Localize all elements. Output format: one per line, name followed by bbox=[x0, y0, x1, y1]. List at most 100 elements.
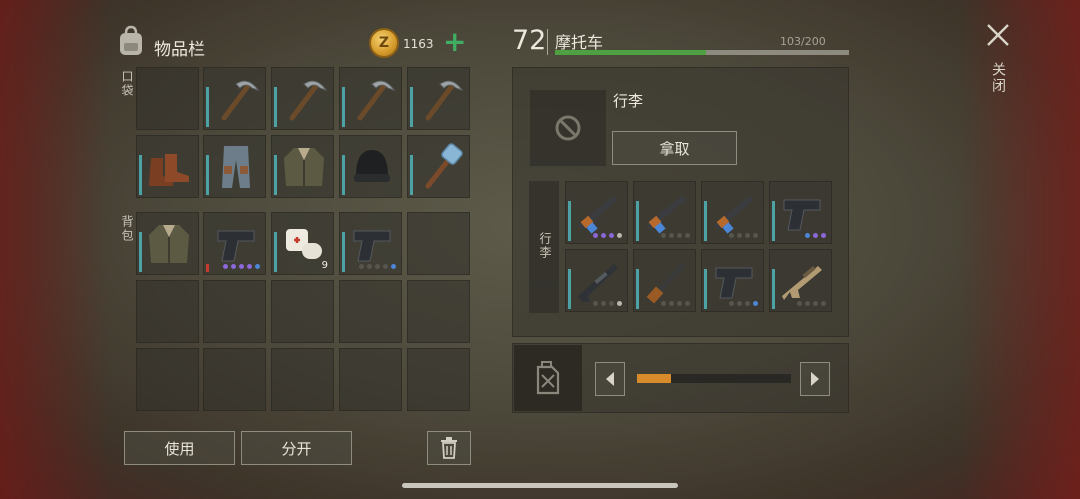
coin-count: 1163 bbox=[403, 37, 434, 51]
rarity-dot bbox=[593, 233, 598, 238]
backpack-slot[interactable] bbox=[271, 280, 334, 343]
rarity-dot bbox=[367, 264, 372, 269]
pocket-slot[interactable] bbox=[136, 67, 199, 130]
backpack-slot[interactable] bbox=[339, 280, 402, 343]
rarity-dot bbox=[617, 233, 622, 238]
trunk-slot[interactable] bbox=[769, 249, 832, 312]
condition-bar bbox=[704, 201, 707, 241]
pocket-slot[interactable] bbox=[339, 135, 402, 198]
rarity-dot bbox=[609, 301, 614, 306]
take-button[interactable]: 拿取 bbox=[612, 131, 737, 165]
rarity-dot bbox=[661, 233, 666, 238]
backpack-slot[interactable] bbox=[407, 212, 470, 275]
rarity-dot bbox=[753, 301, 758, 306]
rarity-dot bbox=[609, 233, 614, 238]
pocket-slot[interactable] bbox=[271, 67, 334, 130]
rarity-dot bbox=[737, 301, 742, 306]
rarity-dot bbox=[737, 233, 742, 238]
trunk-title: 行李 bbox=[613, 92, 644, 110]
rarity-dot bbox=[813, 233, 818, 238]
home-indicator[interactable] bbox=[402, 483, 678, 488]
rarity-dot bbox=[601, 301, 606, 306]
rarity-dot bbox=[617, 301, 622, 306]
fuel-slider[interactable] bbox=[637, 374, 791, 383]
backpack-slot[interactable]: 9 bbox=[271, 212, 334, 275]
rarity-dot bbox=[239, 264, 244, 269]
backpack-slot[interactable] bbox=[271, 348, 334, 411]
rarity-dots bbox=[797, 301, 826, 306]
condition-bar bbox=[410, 155, 413, 195]
rarity-dot bbox=[813, 301, 818, 306]
trash-icon bbox=[441, 437, 457, 459]
trash-button[interactable] bbox=[427, 431, 471, 465]
rarity-dot bbox=[753, 233, 758, 238]
pocket-slot[interactable] bbox=[271, 135, 334, 198]
rarity-dots bbox=[661, 301, 690, 306]
pocket-slot[interactable] bbox=[339, 67, 402, 130]
pants-icon bbox=[222, 146, 250, 188]
backpack-slot[interactable] bbox=[407, 348, 470, 411]
close-label[interactable]: 关闭 bbox=[988, 62, 1008, 94]
coin-icon: Z bbox=[369, 28, 399, 58]
beanie-icon bbox=[354, 150, 390, 182]
add-coins-button[interactable]: + bbox=[443, 28, 466, 56]
rarity-dot bbox=[359, 264, 364, 269]
pickaxe-icon bbox=[221, 80, 260, 121]
backpack-slot[interactable] bbox=[339, 212, 402, 275]
trunk-slot[interactable] bbox=[701, 181, 764, 244]
backpack-slot[interactable] bbox=[203, 280, 266, 343]
fuel-slot[interactable] bbox=[514, 345, 582, 411]
fuel-decrease-button[interactable] bbox=[595, 362, 625, 396]
pistol-icon bbox=[353, 230, 391, 262]
use-button[interactable]: 使用 bbox=[124, 431, 235, 465]
rarity-dots bbox=[729, 233, 758, 238]
rarity-dot bbox=[247, 264, 252, 269]
rarity-dots bbox=[223, 264, 260, 269]
condition-bar bbox=[704, 269, 707, 309]
pistol-icon bbox=[217, 230, 255, 262]
trunk-slot[interactable] bbox=[701, 249, 764, 312]
trunk-slot[interactable] bbox=[633, 249, 696, 312]
rarity-dot bbox=[593, 301, 598, 306]
backpack-slot[interactable] bbox=[407, 280, 470, 343]
rarity-dot bbox=[805, 301, 810, 306]
close-icon[interactable] bbox=[985, 22, 1011, 48]
condition-bar bbox=[568, 269, 571, 309]
condition-bar bbox=[139, 232, 142, 272]
pocket-slot[interactable] bbox=[203, 135, 266, 198]
boots-icon bbox=[149, 154, 189, 186]
rarity-dot bbox=[685, 233, 690, 238]
backpack-slot[interactable] bbox=[136, 212, 199, 275]
split-button[interactable]: 分开 bbox=[241, 431, 352, 465]
rarity-dot bbox=[601, 233, 606, 238]
condition-bar bbox=[206, 155, 209, 195]
pickaxe-icon bbox=[425, 80, 464, 121]
fuel-increase-button[interactable] bbox=[800, 362, 830, 396]
backpack-label: 背包 bbox=[120, 215, 134, 243]
backpack-slot[interactable] bbox=[136, 280, 199, 343]
capacity-bar-fill bbox=[555, 50, 707, 55]
backpack-slot[interactable] bbox=[136, 348, 199, 411]
trunk-slot[interactable] bbox=[565, 249, 628, 312]
pistol-icon bbox=[715, 267, 753, 299]
backpack-slot[interactable] bbox=[203, 348, 266, 411]
trunk-slot[interactable] bbox=[633, 181, 696, 244]
backpack-slot[interactable] bbox=[339, 348, 402, 411]
fuel-slider-fill bbox=[637, 374, 671, 383]
rarity-dot bbox=[821, 301, 826, 306]
rarity-dot bbox=[223, 264, 228, 269]
trunk-slot[interactable] bbox=[769, 181, 832, 244]
rarity-dots bbox=[661, 233, 690, 238]
pocket-slot[interactable] bbox=[407, 135, 470, 198]
inventory-title: 物品栏 bbox=[154, 40, 205, 60]
condition-bar bbox=[772, 269, 775, 309]
no-entry-icon bbox=[555, 115, 581, 141]
ak-icon bbox=[578, 196, 618, 234]
pocket-slot[interactable] bbox=[203, 67, 266, 130]
pocket-slot[interactable] bbox=[136, 135, 199, 198]
backpack-slot[interactable] bbox=[203, 212, 266, 275]
pocket-slot[interactable] bbox=[407, 67, 470, 130]
trunk-slot[interactable] bbox=[565, 181, 628, 244]
rarity-dot bbox=[729, 301, 734, 306]
empty-slot bbox=[530, 90, 606, 166]
